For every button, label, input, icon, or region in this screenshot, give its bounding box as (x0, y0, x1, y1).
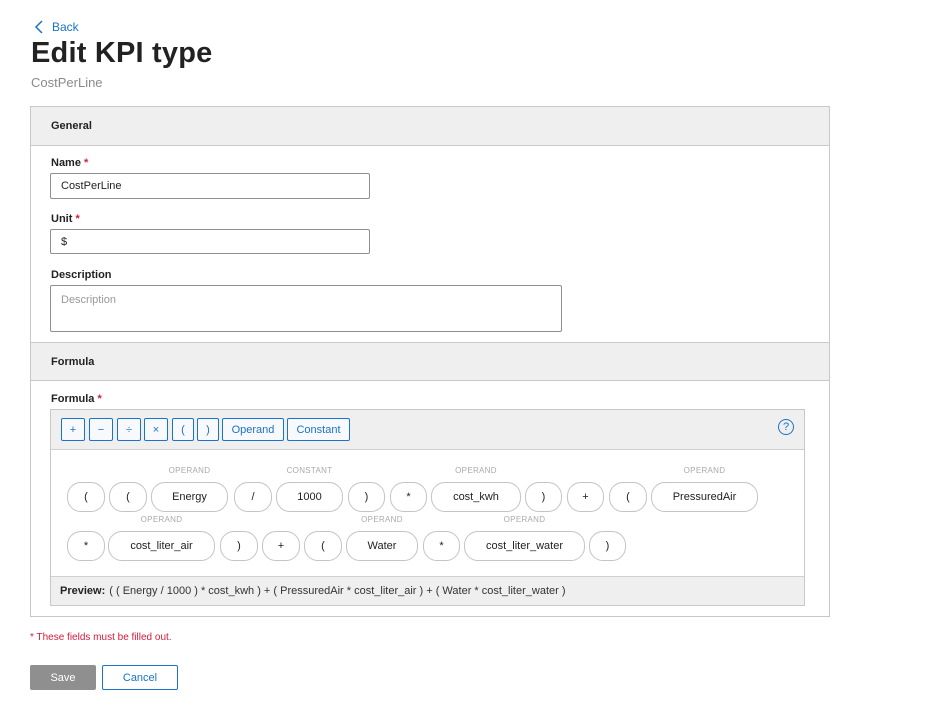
formula-token-constant[interactable]: 1000 (276, 482, 343, 512)
formula-token-symbol[interactable]: / (234, 482, 272, 512)
unit-label: Unit * (51, 213, 80, 225)
general-section-header: General (31, 107, 829, 146)
open-paren-button[interactable]: ( (172, 418, 194, 441)
formula-preview: Preview: ( ( Energy / 1000 ) * cost_kwh … (51, 576, 804, 605)
token-caption: OPERAND (140, 515, 183, 524)
name-label: Name * (51, 157, 89, 169)
token-caption: OPERAND (168, 466, 211, 475)
divide-button[interactable]: ÷ (117, 418, 141, 441)
formula-toolbar: + − ÷ × ( ) Operand Constant ? (51, 410, 804, 450)
formula-label: Formula * (51, 393, 102, 405)
required-note: * These fields must be filled out. (30, 632, 172, 643)
formula-token-operand[interactable]: Water (346, 531, 418, 561)
plus-button[interactable]: + (61, 418, 85, 441)
formula-token-operand[interactable]: cost_liter_water (464, 531, 585, 561)
formula-token-symbol[interactable]: * (423, 531, 460, 561)
formula-token-symbol[interactable]: ( (67, 482, 105, 512)
preview-label: Preview: (60, 585, 106, 597)
formula-token-symbol[interactable]: ( (304, 531, 342, 561)
description-field[interactable]: Description (50, 285, 562, 332)
formula-token-symbol[interactable]: + (262, 531, 300, 561)
token-caption: CONSTANT (286, 466, 333, 475)
back-link[interactable]: Back (34, 20, 79, 34)
formula-token-symbol[interactable]: ) (589, 531, 626, 561)
formula-token-symbol[interactable]: ) (525, 482, 562, 512)
formula-section-header: Formula (31, 342, 829, 381)
formula-token-symbol[interactable]: ( (609, 482, 647, 512)
formula-token-symbol[interactable]: ( (109, 482, 147, 512)
preview-value: ( ( Energy / 1000 ) * cost_kwh ) + ( Pre… (109, 585, 566, 597)
formula-token-symbol[interactable]: + (567, 482, 604, 512)
formula-token-operand[interactable]: cost_kwh (431, 482, 521, 512)
formula-editor: + − ÷ × ( ) Operand Constant ? ((Energy O… (50, 409, 805, 606)
constant-button[interactable]: Constant (287, 418, 350, 441)
required-mark: * (97, 393, 102, 405)
page-title: Edit KPI type (31, 37, 213, 69)
unit-field[interactable]: $ (50, 229, 370, 254)
formula-token-operand[interactable]: Energy (151, 482, 228, 512)
close-paren-button[interactable]: ) (197, 418, 219, 441)
token-caption: OPERAND (455, 466, 497, 475)
multiply-button[interactable]: × (144, 418, 168, 441)
token-caption: OPERAND (503, 515, 546, 524)
formula-token-operand[interactable]: PressuredAir (651, 482, 758, 512)
operand-button[interactable]: Operand (222, 418, 284, 441)
formula-workspace[interactable]: ((Energy OPERAND/1000 CONSTANT) * cost_kwh OP… (51, 450, 804, 576)
chevron-left-icon (34, 20, 43, 34)
cancel-button[interactable]: Cancel (102, 665, 178, 690)
required-mark: * (75, 213, 80, 225)
help-icon[interactable]: ? (778, 419, 794, 435)
name-field[interactable]: CostPerLine (50, 173, 370, 199)
page-subtitle: CostPerLine (31, 75, 103, 90)
formula-token-symbol[interactable]: * (390, 482, 427, 512)
kpi-form-card: General Name * CostPerLine Unit * $ Desc… (30, 106, 830, 617)
description-label: Description (51, 269, 112, 281)
formula-token-operand[interactable]: cost_liter_air (108, 531, 215, 561)
save-button[interactable]: Save (30, 665, 96, 690)
minus-button[interactable]: − (89, 418, 113, 441)
formula-token-symbol[interactable]: ) (348, 482, 385, 512)
token-caption: OPERAND (361, 515, 403, 524)
token-caption: OPERAND (683, 466, 726, 475)
formula-token-symbol[interactable]: * (67, 531, 105, 561)
back-label: Back (52, 20, 79, 34)
required-mark: * (84, 157, 89, 169)
formula-token-symbol[interactable]: ) (220, 531, 258, 561)
